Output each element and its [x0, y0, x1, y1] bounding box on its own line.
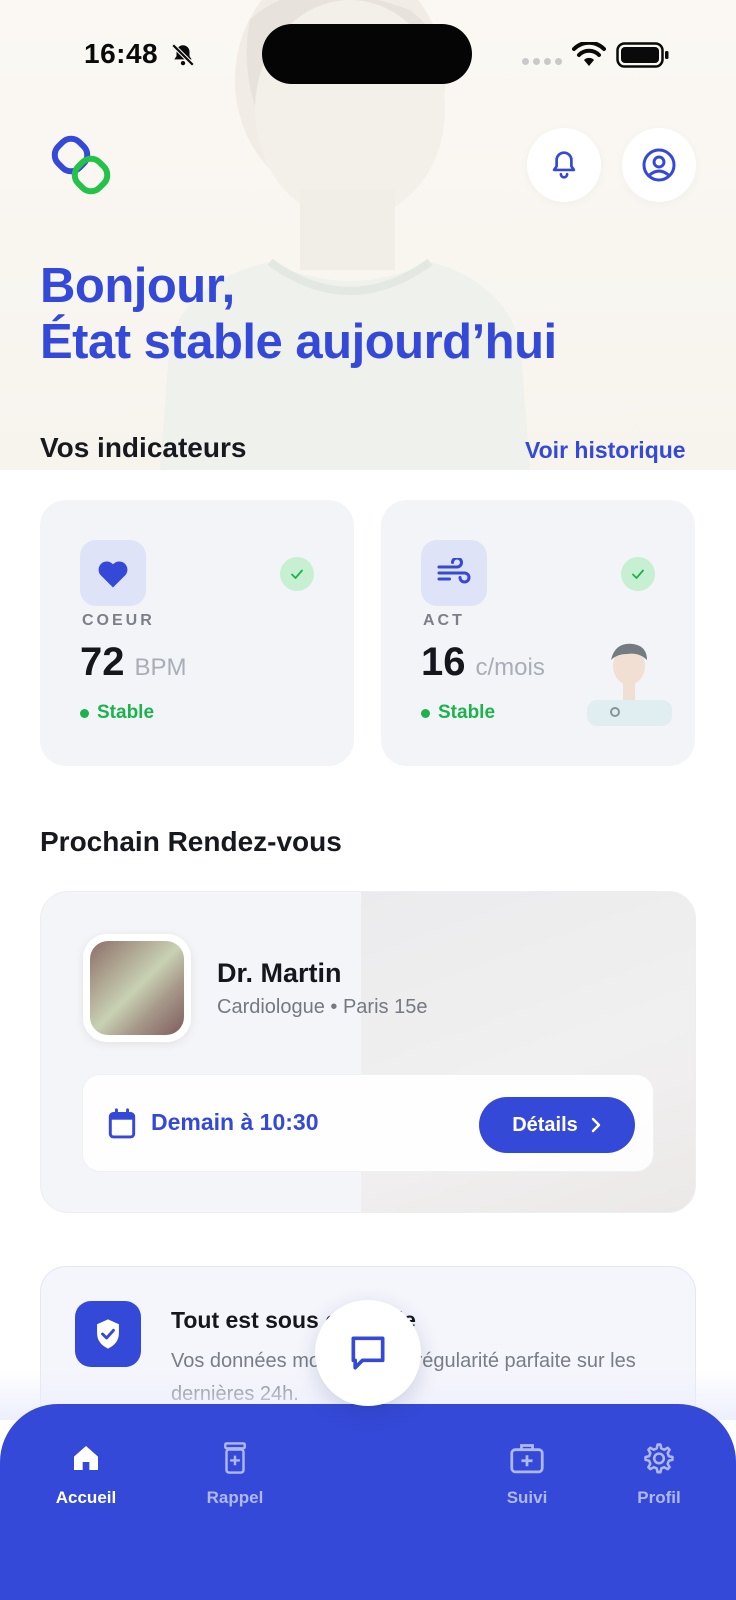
status-time: 16:48: [84, 38, 159, 69]
details-button-label: Détails: [512, 1113, 578, 1136]
nav-label: Suivi: [506, 1488, 548, 1507]
indicator-unit: BPM: [134, 654, 187, 681]
appointment-card[interactable]: Dr. Martin Cardiologue • Paris 15e Demai…: [40, 891, 696, 1213]
appointment-time: Demain à 10:30: [151, 1109, 319, 1135]
bottom-navigation: Accueil Rappel Suivi Profil: [0, 1404, 736, 1600]
heart-indicator-card[interactable]: COEUR 72 BPM Stable: [40, 500, 354, 766]
app-logo: [51, 135, 111, 195]
indicators-title: Vos indicateurs: [40, 432, 247, 463]
user-circle-icon: [642, 148, 676, 182]
shield-check-icon: [97, 1319, 119, 1349]
profile-button[interactable]: [622, 128, 696, 202]
nav-item-suivi[interactable]: Suivi: [467, 1438, 587, 1508]
indicator-status-text: Stable: [438, 702, 496, 723]
nav-item-profil[interactable]: Profil: [599, 1438, 719, 1508]
doctor-specialty: Cardiologue • Paris 15e: [217, 996, 428, 1018]
medical-kit-icon: [510, 1444, 544, 1474]
signal-icon: [522, 58, 562, 65]
wind-icon: [437, 558, 471, 584]
indicator-label: ACT: [423, 612, 465, 629]
heart-icon-tile: [80, 540, 146, 606]
nav-label: Profil: [637, 1488, 681, 1507]
indicator-value: 72 BPM: [80, 640, 187, 685]
check-icon: [280, 557, 314, 591]
battery-icon: [616, 42, 669, 68]
silent-mode-icon: [171, 43, 195, 67]
appointment-title: Prochain Rendez-vous: [40, 826, 342, 857]
gear-icon: [644, 1443, 674, 1474]
indicator-unit: c/mois: [475, 654, 545, 681]
wind-icon-tile: [421, 540, 487, 606]
home-icon: [74, 1446, 98, 1470]
shield-check-tile: [75, 1301, 141, 1367]
chat-icon: [351, 1336, 385, 1370]
act-indicator-card[interactable]: ACT 16 c/mois Stable: [381, 500, 695, 766]
indicator-label: COEUR: [82, 612, 155, 629]
calendar-icon: [108, 1108, 136, 1139]
bell-icon: [552, 151, 576, 179]
chevron-right-icon: [591, 1117, 600, 1133]
status-dot: [80, 708, 89, 718]
nav-item-rappel[interactable]: Rappel: [175, 1438, 295, 1508]
doctor-avatar: [83, 934, 191, 1042]
wifi-icon: [572, 42, 606, 66]
nav-label: Rappel: [206, 1488, 264, 1507]
status-bar: 16:48: [0, 0, 736, 110]
indicator-status: Stable: [80, 702, 154, 724]
greeting-heading: Bonjour, État stable aujourd’hui: [40, 258, 557, 370]
notifications-button[interactable]: [527, 128, 601, 202]
details-button[interactable]: Détails: [479, 1097, 635, 1153]
history-link[interactable]: Voir historique: [525, 437, 686, 464]
dynamic-island: [262, 24, 472, 84]
indicator-number: 16: [421, 640, 466, 684]
avatar: [90, 941, 184, 1035]
nav-label: Accueil: [55, 1488, 117, 1507]
greeting-line-1: Bonjour,: [40, 259, 235, 313]
chat-button[interactable]: [315, 1300, 421, 1406]
heart-icon: [98, 561, 128, 588]
indicator-status-text: Stable: [97, 702, 155, 723]
pill-box-icon: [224, 1442, 246, 1474]
indicator-value: 16 c/mois: [421, 640, 545, 685]
doctor-name: Dr. Martin: [217, 958, 342, 988]
indicator-status: Stable: [421, 702, 495, 724]
status-dot: [421, 708, 430, 718]
doctor-illustration: [587, 643, 672, 726]
nav-item-accueil[interactable]: Accueil: [26, 1438, 146, 1508]
indicator-number: 72: [80, 640, 125, 684]
greeting-line-2: État stable aujourd’hui: [40, 315, 557, 369]
check-icon: [621, 557, 655, 591]
appointment-time-row: Demain à 10:30 Détails: [82, 1074, 654, 1172]
